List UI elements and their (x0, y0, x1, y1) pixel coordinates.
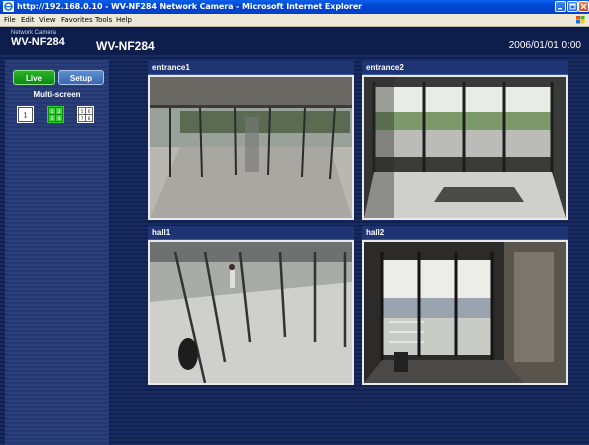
camera-view-entrance2[interactable] (362, 75, 568, 220)
quad-screen-5-8-button[interactable]: 5 6 7 8 (77, 106, 94, 123)
window-title-bar[interactable]: http://192.168.0.10 - WV-NF284 Network C… (0, 0, 589, 14)
windows-logo-icon (576, 16, 585, 24)
svg-text:4: 4 (58, 116, 61, 122)
single-screen-icon: 1 (18, 107, 33, 122)
quad-screen-5-8-icon: 5 6 7 8 (78, 107, 93, 122)
camera-image-entrance1 (150, 77, 352, 218)
maximize-button[interactable] (567, 1, 578, 12)
camera-title: hall1 (152, 228, 171, 237)
camera-panel-hall1: hall1 (148, 226, 354, 385)
single-screen-button[interactable]: 1 (17, 106, 34, 123)
camera-title-bar: entrance2 (362, 61, 568, 75)
camera-view-entrance1[interactable] (148, 75, 354, 220)
date-time-display: 2006/01/01 0:00 (508, 40, 581, 51)
camera-view-hall1[interactable] (148, 240, 354, 385)
minimize-button[interactable] (555, 1, 566, 12)
svg-text:1: 1 (51, 109, 54, 115)
camera-title-bar: entrance1 (148, 61, 354, 75)
window-title: http://192.168.0.10 - WV-NF284 Network C… (17, 2, 363, 11)
camera-image-hall1 (150, 242, 352, 383)
menu-bar: File Edit View Favorites Tools Help (0, 14, 589, 27)
close-icon (580, 3, 587, 10)
minimize-icon (558, 8, 562, 10)
camera-header: Network Camera WV-NF284 WV-NF284 2006/01… (0, 27, 589, 55)
camera-title: entrance2 (366, 63, 404, 72)
maximize-icon (569, 3, 576, 10)
camera-panel-entrance1: entrance1 (148, 61, 354, 220)
menu-tools[interactable]: Tools (95, 14, 112, 26)
menu-file[interactable]: File (4, 14, 16, 26)
camera-panel-entrance2: entrance2 (362, 61, 568, 220)
internet-explorer-icon (3, 1, 14, 12)
menu-favorites[interactable]: Favorites (61, 14, 93, 26)
svg-text:3: 3 (51, 116, 54, 122)
live-tab[interactable]: Live (13, 70, 55, 85)
multi-screen-label: Multi-screen (33, 90, 81, 99)
quad-screen-1-4-button[interactable]: 1 2 3 4 (47, 106, 64, 123)
camera-image-hall2 (364, 242, 566, 383)
camera-title-bar: hall1 (148, 226, 354, 240)
menu-help[interactable]: Help (116, 14, 132, 26)
camera-title: hall2 (366, 228, 385, 237)
main-content: Live Setup Multi-screen 1 1 2 3 4 5 6 7 … (0, 55, 589, 445)
model-title: WV-NF284 (96, 39, 155, 53)
svg-text:8: 8 (88, 116, 91, 122)
svg-text:2: 2 (58, 109, 61, 115)
camera-title-bar: hall2 (362, 226, 568, 240)
svg-text:5: 5 (81, 109, 84, 115)
menu-view[interactable]: View (39, 14, 56, 26)
brand-model: WV-NF284 (11, 36, 65, 48)
camera-panel-hall2: hall2 (362, 226, 568, 385)
sidebar: Live Setup Multi-screen 1 1 2 3 4 5 6 7 … (5, 60, 109, 445)
close-button[interactable] (578, 1, 589, 12)
camera-title: entrance1 (152, 63, 190, 72)
svg-text:6: 6 (88, 109, 91, 115)
quad-screen-1-4-icon: 1 2 3 4 (48, 107, 63, 122)
camera-view-hall2[interactable] (362, 240, 568, 385)
svg-text:7: 7 (81, 116, 84, 122)
camera-image-entrance2 (364, 77, 566, 218)
setup-tab[interactable]: Setup (58, 70, 104, 85)
svg-text:1: 1 (23, 112, 27, 120)
menu-edit[interactable]: Edit (21, 14, 35, 26)
